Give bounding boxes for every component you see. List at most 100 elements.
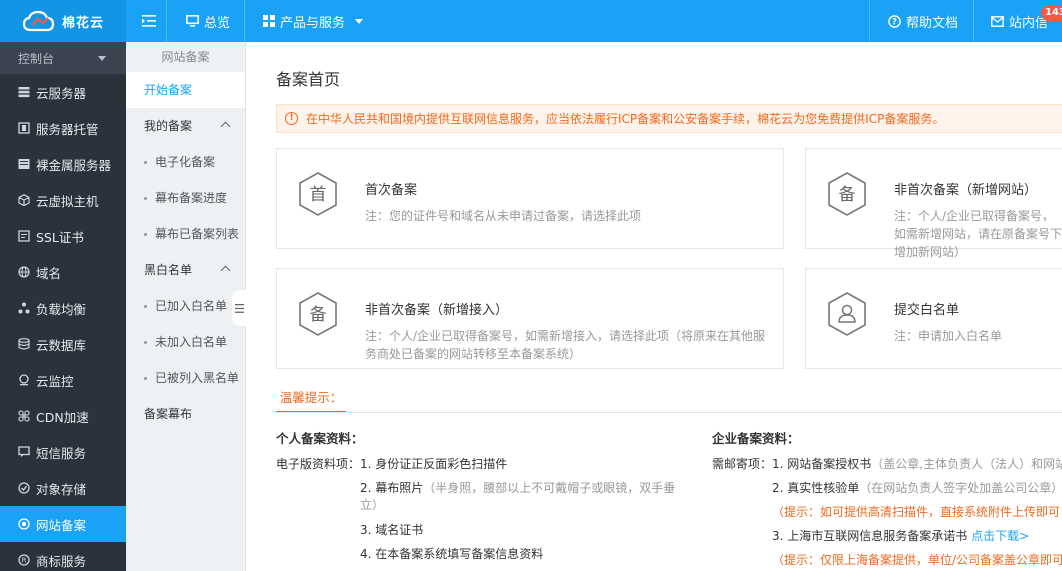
load-balance-icon	[18, 302, 30, 314]
company-item-3: 3. 上海市互联网信息服务备案承诺书 点击下载>	[772, 528, 1029, 545]
nav-products-services[interactable]: 产品与服务	[263, 0, 364, 42]
company-item-2: 2. 真实性核验单（在网站负责人签字处加盖公司公章）	[772, 480, 1062, 497]
help-docs-link[interactable]: ? 帮助文档	[888, 0, 958, 42]
subnav-my-records-label: 我的备案	[144, 119, 193, 133]
nav-overview-label: 总览	[204, 15, 231, 31]
svg-text:?: ?	[892, 17, 897, 27]
sidebar-item-label: CDN加速	[36, 409, 89, 425]
card-first-record[interactable]: 首 首次备案 注：您的证件号和域名从未申请过备案，请选择此项	[276, 148, 784, 249]
notice-banner: ! 在中华人民共和国境内提供互联网信息服务，应当依法履行ICP备案和公安备案手续…	[276, 104, 1062, 133]
card-submit-whitelist[interactable]: 提交白名单 注：申请加入白名单	[805, 268, 1062, 369]
bare-metal-icon	[18, 158, 30, 170]
sidebar-item-load-balance[interactable]: 负载均衡	[0, 290, 126, 326]
subnav-item-label: 未加入白名单	[155, 335, 228, 349]
menu-icon	[234, 303, 244, 313]
cube-icon	[18, 194, 30, 207]
trademark-icon: R	[18, 554, 30, 566]
menu-toggle-button[interactable]	[142, 0, 161, 42]
sidebar-item-trademark[interactable]: R 商标服务	[0, 542, 126, 571]
notice-text: 在中华人民共和国境内提供互联网信息服务，应当依法履行ICP备案和公安备案手续，棉…	[306, 112, 945, 126]
cdn-icon	[18, 410, 30, 422]
card-title: 首次备案	[365, 183, 418, 198]
user-hex-icon	[828, 292, 866, 336]
personal-item-1: 1. 身份证正反面彩色扫描件	[360, 457, 508, 471]
sidebar-item-server[interactable]: 云服务器	[0, 74, 126, 110]
personal-item-3: 3. 域名证书	[360, 523, 424, 537]
company-materials-title: 企业备案资料：	[712, 431, 800, 446]
logo-text: 棉花云	[62, 15, 105, 31]
subnav-record-curtain[interactable]: 备案幕布	[126, 396, 245, 432]
logo[interactable]: 棉花云	[0, 0, 126, 42]
first-record-icon: 首	[299, 172, 337, 216]
tab-tips[interactable]: 温馨提示：	[276, 385, 346, 413]
sidebar-item-hosting[interactable]: 服务器托管	[0, 110, 126, 146]
subnav-whitelist-not-added[interactable]: 未加入白名单	[126, 324, 245, 360]
sidebar-item-record[interactable]: 网站备案	[0, 506, 126, 542]
sidebar-item-label: 云监控	[36, 373, 74, 389]
sidebar-item-label: 网站备案	[36, 517, 87, 533]
svg-text:备: 备	[310, 305, 327, 325]
personal-prefix: 电子版资料项：	[276, 457, 361, 471]
sidebar-item-database[interactable]: 云数据库	[0, 326, 126, 362]
sidebar-item-sms[interactable]: 短信服务	[0, 434, 126, 470]
tab-divider	[276, 412, 1062, 413]
console-label: 控制台	[18, 51, 55, 66]
subnav-item-label: 已加入白名单	[155, 299, 228, 313]
sidebar-item-label: 负载均衡	[36, 301, 87, 317]
hosting-icon	[18, 122, 30, 134]
mail-icon	[991, 15, 1004, 27]
personal-item-2: 2. 幕布照片（半身照，腰部以上不可戴帽子或眼镜，双手垂立）	[360, 480, 680, 514]
console-dropdown[interactable]: 控制台	[0, 42, 126, 74]
sidebar-item-bare-metal[interactable]: 裸金属服务器	[0, 146, 126, 182]
company-item-2-note: （在网站负责人签字处加盖公司公章）	[859, 481, 1062, 495]
top-navigation-bar: 棉花云 总览 产品与服务 ? 帮助文档 站内信 14	[0, 0, 1062, 42]
company-item-3-main: 3. 上海市互联网信息服务备案承诺书	[772, 529, 968, 543]
message-count-badge: 143	[1041, 5, 1062, 21]
subnav-blacklisted[interactable]: 已被列入黑名单	[126, 360, 245, 396]
sidebar-item-globe[interactable]: 域名	[0, 254, 126, 290]
download-link[interactable]: 点击下载>	[971, 529, 1029, 543]
nav-overview[interactable]: 总览	[186, 0, 230, 42]
company-item-2-main: 2. 真实性核验单	[772, 481, 860, 495]
card-desc: 注：个人/企业已取得备案号，如需新增网站，请在原备案号下增加新网站）	[894, 209, 1062, 259]
card-title: 非首次备案（新增网站）	[894, 183, 1038, 198]
subnav-whitelist-added[interactable]: 已加入白名单	[126, 288, 245, 324]
caret-down-icon	[355, 18, 364, 24]
sms-icon	[18, 446, 30, 458]
page-title: 备案首页	[276, 70, 341, 89]
monitor-icon	[186, 15, 199, 27]
sidebar-item-certificate[interactable]: SSL证书	[0, 218, 126, 254]
card-new-access[interactable]: 备 非首次备案（新增接入） 注：个人/企业已取得备案号，如需新增接入，请选择此项…	[276, 268, 784, 369]
chevron-up-icon	[220, 265, 231, 276]
subnav-electronic-record[interactable]: 电子化备案	[126, 144, 245, 180]
company-item-1: 1. 网站备案授权书（盖公章,主体负责人（法人）和网站	[772, 456, 1062, 473]
sidebar-item-label: SSL证书	[36, 229, 84, 245]
card-new-website[interactable]: 备 非首次备案（新增网站） 注：个人/企业已取得备案号，如需新增网站，请在原备案…	[805, 148, 1062, 259]
sidebar-item-monitor[interactable]: 云监控	[0, 362, 126, 398]
monitor-icon	[18, 374, 30, 386]
subnav-curtain-progress[interactable]: 幕布备案进度	[126, 180, 245, 216]
subnav-item-label: 电子化备案	[155, 155, 216, 169]
company-tip-1: （提示：如可提供高清扫描件，直接系统附件上传即可	[772, 505, 1061, 519]
record-hex-icon: 备	[828, 172, 866, 216]
record-subnav: 网站备案 开始备案 我的备案 电子化备案 幕布备案进度 幕布已备案列表 黑白名单…	[126, 42, 246, 571]
sidebar-item-storage[interactable]: 对象存储	[0, 470, 126, 506]
company-item-1-main: 1. 网站备案授权书	[772, 457, 872, 471]
company-tip-2: （提示：仅限上海备案提供，单位/公司备案盖公章即可	[772, 553, 1062, 567]
server-icon	[18, 86, 30, 98]
card-title: 非首次备案（新增接入）	[365, 303, 509, 318]
svg-text:首: 首	[310, 185, 327, 205]
globe-icon	[18, 266, 30, 278]
subnav-collapse-handle[interactable]	[232, 290, 246, 326]
subnav-blackwhite-list[interactable]: 黑白名单	[126, 252, 245, 288]
nav-products-label: 产品与服务	[280, 15, 346, 31]
sidebar-item-cdn[interactable]: CDN加速	[0, 398, 126, 434]
subnav-start-record[interactable]: 开始备案	[126, 72, 245, 108]
site-messages-link[interactable]: 站内信	[991, 0, 1048, 42]
subnav-my-records[interactable]: 我的备案	[126, 108, 245, 144]
sidebar-item-cube[interactable]: 云虚拟主机	[0, 182, 126, 218]
subnav-blackwhite-label: 黑白名单	[144, 263, 193, 277]
sidebar-item-label: 短信服务	[36, 445, 87, 461]
sidebar-item-label: 云虚拟主机	[36, 193, 99, 209]
subnav-curtain-list[interactable]: 幕布已备案列表	[126, 216, 245, 252]
